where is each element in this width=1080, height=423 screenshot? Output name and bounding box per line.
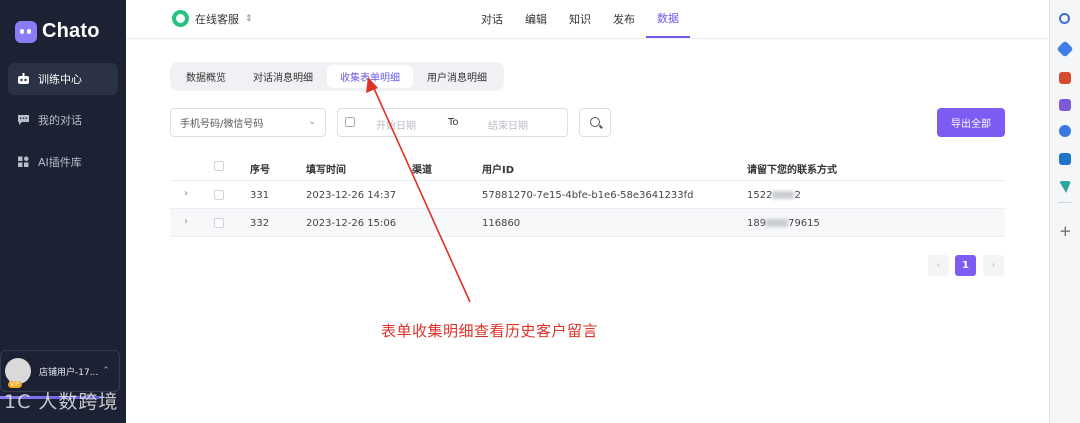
tab-publish[interactable]: 发布 (602, 0, 646, 38)
tag-icon[interactable] (1056, 40, 1074, 58)
chat-icon (17, 114, 30, 126)
copilot-icon[interactable] (1059, 125, 1071, 137)
redacted-blur (766, 219, 789, 227)
row-contact: 189 79615 (747, 218, 820, 229)
row-time: 2023-12-26 14:37 (306, 190, 397, 201)
sidebar-item-ai-plugins[interactable]: AI插件库 (8, 146, 118, 178)
search-button[interactable] (579, 108, 611, 137)
send-icon[interactable] (1059, 181, 1071, 193)
select-all-checkbox[interactable] (214, 161, 224, 171)
brand-name: Chato (42, 20, 100, 42)
table-header-row: 序号 填写时间 渠道 用户ID 请留下您的联系方式 (170, 152, 1005, 181)
row-contact: 1522 2 (747, 190, 801, 201)
date-range-picker[interactable]: 开始日期 To 结束日期 (337, 108, 568, 137)
strip-divider (1058, 202, 1072, 203)
redacted-blur (772, 191, 795, 199)
bot-name: 在线客服 (195, 12, 239, 26)
subtab-chat-details[interactable]: 对话消息明细 (243, 65, 323, 88)
table-row: › 331 2023-12-26 14:37 57881270-7e15-4bf… (170, 181, 1005, 209)
chato-logo-icon (15, 20, 37, 43)
column-header: 请留下您的联系方式 (747, 165, 837, 176)
contact-suffix: 2 (794, 190, 801, 201)
column-header: 序号 (250, 165, 270, 176)
contact-type-value: 手机号码/微信号码 (180, 119, 264, 130)
data-subtabs: 数据概览 对话消息明细 收集表单明细 用户消息明细 (170, 62, 504, 91)
row-checkbox[interactable] (214, 190, 224, 200)
tab-chat[interactable]: 对话 (470, 0, 514, 38)
row-id: 331 (250, 190, 270, 201)
sidebar-item-my-chats[interactable]: 我的对话 (8, 104, 118, 136)
search-icon[interactable] (1059, 13, 1070, 24)
watermark: 1C 人数跨境 (4, 391, 119, 413)
brand-logo[interactable]: Chato (15, 20, 100, 43)
pagination-prev-button[interactable]: ‹ (928, 255, 949, 276)
browser-sidebar: + (1050, 0, 1080, 423)
people-icon[interactable] (1059, 99, 1071, 111)
pagination-next-button[interactable]: › (983, 255, 1004, 276)
pagination-page-current[interactable]: 1 (955, 255, 976, 276)
chevron-down-icon: ⌄ (308, 117, 316, 127)
column-header: 用户ID (482, 165, 515, 176)
tab-edit[interactable]: 编辑 (514, 0, 558, 38)
row-user-id: 57881270-7e15-4bfe-b1e6-58e3641233fd (482, 190, 694, 201)
subtab-overview[interactable]: 数据概览 (173, 65, 239, 88)
sidebar-item-label: 训练中心 (38, 73, 82, 86)
contact-prefix: 1522 (747, 190, 773, 201)
annotation-text: 表单收集明细查看历史客户留言 (381, 322, 599, 340)
date-range-separator: To (448, 117, 459, 128)
toolbox-icon[interactable] (1059, 72, 1071, 84)
outlook-icon[interactable] (1059, 153, 1071, 165)
end-date-input[interactable]: 结束日期 (488, 117, 528, 132)
robot-icon (17, 73, 30, 85)
header-divider (126, 38, 1050, 39)
chevron-updown-icon: ⌃ (102, 366, 110, 376)
add-icon[interactable]: + (1059, 224, 1072, 239)
sidebar: Chato 训练中心 我的对话 AI插件库 VIP 店铺用户-17... ⌃ 1… (0, 0, 126, 423)
chevron-updown-icon: ⇕ (245, 13, 253, 24)
sidebar-item-label: 我的对话 (38, 114, 82, 127)
column-header: 填写时间 (306, 165, 346, 176)
bot-selector[interactable]: 在线客服 ⇕ (172, 10, 253, 27)
tab-knowledge[interactable]: 知识 (558, 0, 602, 38)
export-all-button[interactable]: 导出全部 (937, 108, 1005, 137)
subtab-form-details[interactable]: 收集表单明细 (327, 65, 413, 88)
sidebar-item-label: AI插件库 (38, 156, 82, 169)
contact-prefix: 189 (747, 218, 767, 229)
contact-type-select[interactable]: 手机号码/微信号码 ⌄ (170, 108, 326, 137)
calendar-icon (345, 117, 355, 127)
row-id: 332 (250, 218, 270, 229)
tab-data[interactable]: 数据 (646, 0, 690, 38)
sidebar-item-training-center[interactable]: 训练中心 (8, 63, 118, 95)
avatar: VIP (5, 358, 31, 388)
user-name: 店铺用户-17... (39, 367, 99, 378)
row-user-id: 116860 (482, 218, 521, 229)
form-records-table: 序号 填写时间 渠道 用户ID 请留下您的联系方式 › 331 2023-12-… (170, 152, 1005, 237)
chevron-right-icon[interactable]: › (184, 188, 188, 199)
subtab-user-details[interactable]: 用户消息明细 (417, 65, 497, 88)
plugin-grid-icon (17, 156, 30, 168)
column-header: 渠道 (412, 165, 432, 176)
row-time: 2023-12-26 15:06 (306, 218, 397, 229)
contact-suffix: 79615 (788, 218, 820, 229)
chevron-right-icon[interactable]: › (184, 216, 188, 227)
start-date-input[interactable]: 开始日期 (376, 117, 416, 132)
bot-avatar-icon (172, 10, 189, 27)
user-menu[interactable]: VIP 店铺用户-17... ⌃ (0, 350, 120, 392)
top-nav: 对话 编辑 知识 发布 数据 (470, 0, 690, 38)
row-checkbox[interactable] (214, 218, 224, 228)
table-row: › 332 2023-12-26 15:06 116860 189 79615 (170, 209, 1005, 237)
